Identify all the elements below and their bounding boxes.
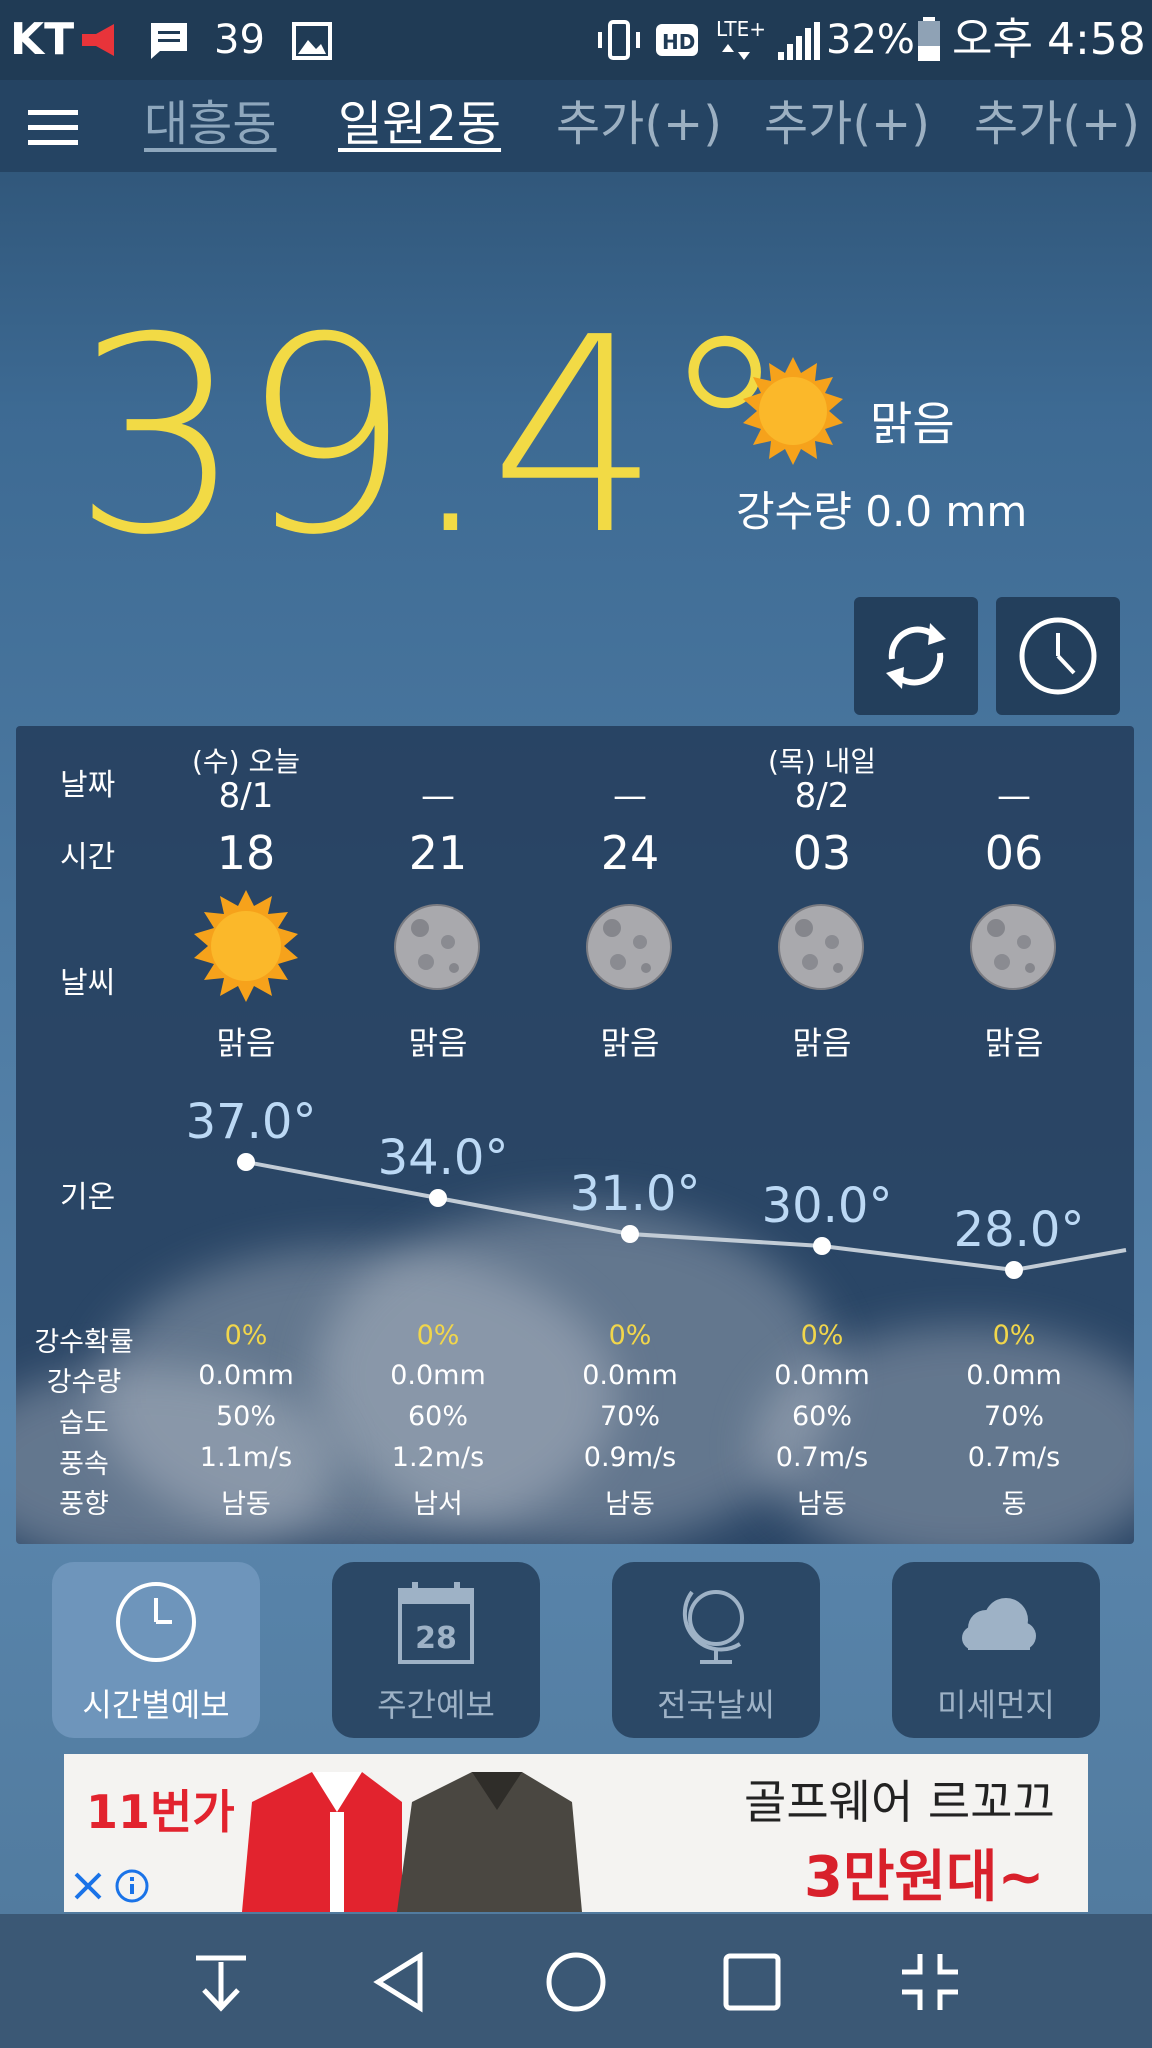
temperature-point — [237, 1153, 255, 1171]
humidity-value: 50% — [215, 1401, 276, 1432]
battery-percent: 32% — [826, 17, 915, 63]
tab-add-location-2[interactable]: 추가(+) — [764, 94, 930, 154]
globe-icon — [682, 1590, 744, 1664]
wind-direction-value: 남동 — [797, 1489, 847, 1520]
wind-speed-value: 1.2m/s — [391, 1442, 485, 1473]
wind-speed-value: 0.7m/s — [967, 1442, 1061, 1473]
national-weather-label: 전국날씨 — [657, 1686, 775, 1724]
temperature-point — [429, 1189, 447, 1207]
national-weather-button[interactable]: 전국날씨 — [612, 1562, 820, 1738]
pop-value: 0% — [224, 1320, 268, 1351]
calendar-icon: 28 — [398, 1582, 474, 1664]
pop-value: 0% — [416, 1320, 460, 1351]
system-navigation-bar — [0, 1914, 1152, 2048]
wind-speed-value: 1.1m/s — [199, 1442, 293, 1473]
pop-value: 0% — [992, 1320, 1036, 1351]
image-icon — [292, 22, 332, 60]
hourly-forecast-button[interactable]: 시간별예보 — [52, 1562, 260, 1738]
status-bar: KT 39 HD LTE+ 32% 오후 4:58 — [0, 0, 1152, 80]
clock-time: 오후 4:58 — [952, 14, 1146, 65]
temperature-value: 28.0° — [953, 1202, 1085, 1258]
tab-add-location-1[interactable]: 추가(+) — [556, 94, 722, 154]
sun-icon — [743, 357, 843, 465]
download-icon[interactable] — [192, 1954, 252, 2014]
home-icon[interactable] — [544, 1950, 608, 2014]
rain-value: 0.0mm — [390, 1360, 486, 1391]
lte-icon: LTE+ — [716, 17, 766, 60]
svg-text:HD: HD — [662, 30, 695, 54]
wind-speed-value: 0.7m/s — [775, 1442, 869, 1473]
ad-close-icon[interactable] — [70, 1866, 160, 1908]
row-label-wind-speed: 풍속 — [59, 1449, 109, 1480]
humidity-value: 60% — [407, 1401, 468, 1432]
fine-dust-button[interactable]: 미세먼지 — [892, 1562, 1100, 1738]
megaphone-icon — [82, 24, 114, 56]
ad-headline: 골프웨어 르꼬끄 — [744, 1775, 1055, 1829]
cloud-icon — [962, 1598, 1036, 1650]
minimize-icon[interactable] — [900, 1952, 960, 2012]
clock-icon — [116, 1582, 196, 1662]
hd-icon: HD — [656, 24, 698, 56]
temperature-value: 37.0° — [185, 1094, 317, 1150]
hourly-forecast-label: 시간별예보 — [82, 1686, 230, 1724]
wind-direction-value: 남서 — [413, 1489, 463, 1520]
history-button[interactable] — [996, 597, 1120, 715]
fine-dust-label: 미세먼지 — [937, 1686, 1055, 1724]
wind-speed-value: 0.9m/s — [583, 1442, 677, 1473]
calendar-day: 28 — [415, 1621, 457, 1656]
row-label-humidity: 습도 — [59, 1408, 109, 1439]
menu-icon[interactable] — [28, 108, 80, 148]
svg-text:LTE+: LTE+ — [716, 17, 766, 41]
clock-icon — [1019, 617, 1097, 695]
rain-value: 0.0mm — [774, 1360, 870, 1391]
temperature-point — [1005, 1261, 1023, 1279]
current-temperature: 39.4° — [72, 279, 792, 594]
humidity-value: 60% — [791, 1401, 852, 1432]
pop-value: 0% — [608, 1320, 652, 1351]
ad-price: 3만원대~ — [804, 1845, 1045, 1910]
back-icon[interactable] — [370, 1952, 430, 2014]
signal-icon — [778, 22, 820, 60]
temperature-value: 31.0° — [569, 1166, 701, 1222]
current-precipitation: 강수량 0.0 mm — [736, 487, 1028, 536]
tab-location-daeheung[interactable]: 대흥동 — [144, 94, 276, 154]
humidity-value: 70% — [983, 1401, 1044, 1432]
current-condition: 맑음 — [870, 397, 955, 451]
pop-value: 0% — [800, 1320, 844, 1351]
rain-value: 0.0mm — [582, 1360, 678, 1391]
wind-direction-value: 남동 — [221, 1489, 271, 1520]
row-label-rain: 강수량 — [46, 1367, 122, 1398]
wind-direction-value: 남동 — [605, 1489, 655, 1520]
rain-value: 0.0mm — [966, 1360, 1062, 1391]
vibrate-icon — [598, 20, 640, 60]
wind-direction-value: 동 — [1001, 1489, 1027, 1520]
hourly-forecast-panel: 날짜 시간 날씨 기온 강수확률 강수량 습도 풍속 풍향 (수) 오늘 8/1… — [16, 726, 1134, 1544]
temp-notif: 39 — [214, 17, 265, 63]
temperature-value: 30.0° — [761, 1178, 893, 1234]
location-tab-bar: 대흥동 일원2동 추가(+) 추가(+) 추가(+) — [0, 80, 1152, 172]
recent-apps-icon[interactable] — [722, 1952, 782, 2012]
temperature-value: 34.0° — [377, 1130, 509, 1186]
carrier-label: KT — [10, 14, 75, 65]
temperature-point — [813, 1237, 831, 1255]
humidity-value: 70% — [599, 1401, 660, 1432]
row-label-pop: 강수확률 — [34, 1327, 134, 1358]
tab-add-location-3[interactable]: 추가(+) — [974, 94, 1140, 154]
tab-location-ilwon2[interactable]: 일원2동 — [338, 94, 501, 154]
weekly-forecast-button[interactable]: 28 주간예보 — [332, 1562, 540, 1738]
weekly-forecast-label: 주간예보 — [377, 1686, 495, 1724]
message-icon — [151, 23, 187, 59]
refresh-icon — [886, 623, 946, 689]
row-label-wind-direction: 풍향 — [59, 1489, 109, 1520]
battery-icon — [918, 17, 940, 61]
ad-banner[interactable]: 11번가 골프웨어 르꼬끄 3만원대~ — [64, 1754, 1088, 1912]
rain-value: 0.0mm — [198, 1360, 294, 1391]
ad-shirt-image — [242, 1772, 582, 1912]
refresh-button[interactable] — [854, 597, 978, 715]
temperature-point — [621, 1225, 639, 1243]
